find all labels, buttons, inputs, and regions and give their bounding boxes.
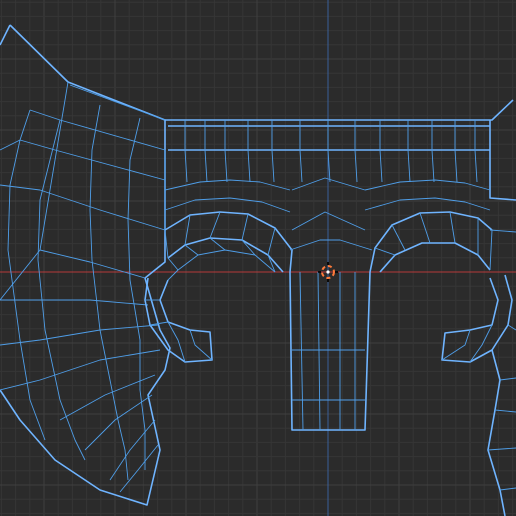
- center-column-island[interactable]: [289, 177, 373, 431]
- uv-editor-viewport[interactable]: [0, 0, 516, 516]
- right-arch-island[interactable]: [364, 179, 516, 363]
- left-arch-island[interactable]: [144, 179, 293, 363]
- left-wing-island[interactable]: [0, 24, 171, 506]
- right-lower-island[interactable]: [487, 324, 516, 516]
- viewport-canvas[interactable]: [0, 0, 516, 516]
- 3d-cursor-icon[interactable]: [318, 262, 338, 282]
- top-band-island[interactable]: [164, 99, 516, 230]
